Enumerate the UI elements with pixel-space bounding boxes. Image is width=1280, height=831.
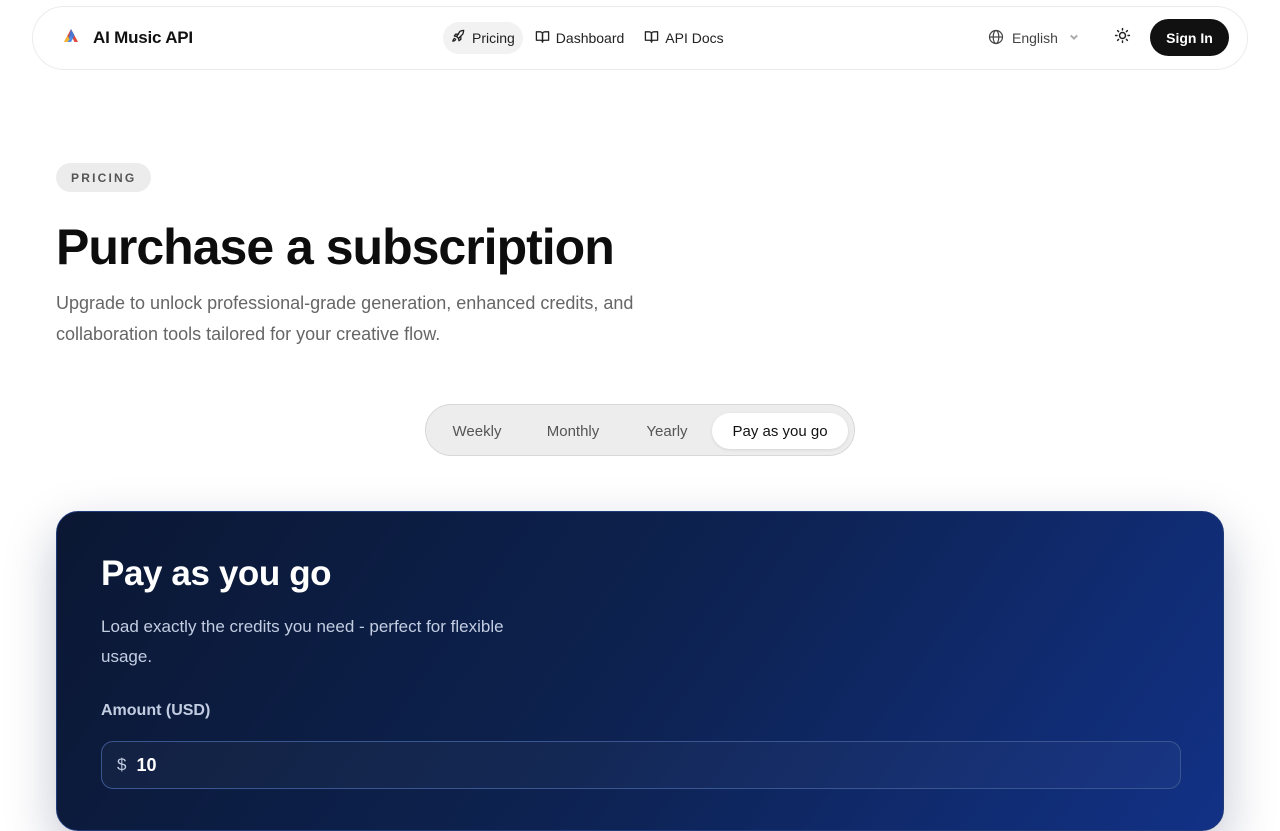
brand-name: AI Music API <box>93 28 193 47</box>
book-icon <box>535 29 550 47</box>
section-badge: PRICING <box>56 163 152 192</box>
language-selector[interactable]: English <box>988 22 1082 54</box>
plan-title: Pay as you go <box>101 554 332 593</box>
currency-symbol: $ <box>117 755 127 774</box>
nav-dashboard-label: Dashboard <box>555 30 625 46</box>
page-title: Purchase a subscription <box>56 219 615 275</box>
billing-period-toggle: Weekly Monthly Yearly Pay as you go <box>425 404 855 456</box>
main-nav: Pricing Dashboard API Docs <box>443 22 732 54</box>
logo-icon <box>61 26 81 51</box>
nav-dashboard[interactable]: Dashboard <box>527 22 633 54</box>
amount-input[interactable]: $ 10 <box>101 741 1181 789</box>
sign-in-button[interactable]: Sign In <box>1150 19 1229 56</box>
page-subtitle: Upgrade to unlock professional‑grade gen… <box>56 293 634 344</box>
rocket-icon <box>451 29 466 47</box>
top-navbar: AI Music API Pricing Dashboard API Docs … <box>32 6 1248 70</box>
pay-as-you-go-card: Pay as you go Load exactly the credits y… <box>56 511 1224 831</box>
amount-value[interactable]: 10 <box>136 755 156 776</box>
plan-description: Load exactly the credits you need - perf… <box>101 617 504 666</box>
amount-label: Amount (USD) <box>101 702 211 719</box>
sun-icon <box>1114 27 1131 49</box>
brand[interactable]: AI Music API <box>61 7 193 69</box>
language-label: English <box>1012 30 1058 46</box>
tab-pay-as-you-go[interactable]: Pay as you go <box>712 413 848 449</box>
tab-weekly[interactable]: Weekly <box>434 413 520 449</box>
tab-monthly[interactable]: Monthly <box>526 413 620 449</box>
theme-toggle-button[interactable] <box>1110 26 1134 50</box>
book-icon <box>644 29 659 47</box>
nav-pricing-label: Pricing <box>472 30 515 46</box>
nav-pricing[interactable]: Pricing <box>443 22 523 54</box>
globe-icon <box>988 29 1004 48</box>
nav-api-docs[interactable]: API Docs <box>636 22 731 54</box>
nav-api-docs-label: API Docs <box>665 30 724 46</box>
chevron-down-icon <box>1066 29 1082 48</box>
tab-yearly[interactable]: Yearly <box>626 413 708 449</box>
